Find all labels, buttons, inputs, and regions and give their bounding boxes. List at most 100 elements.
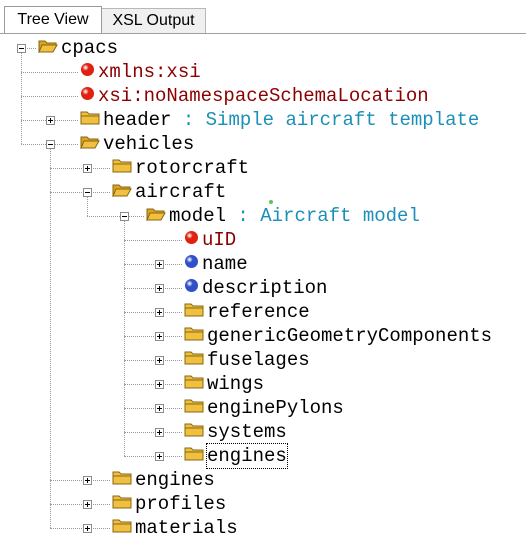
folder-icon xyxy=(112,156,132,180)
tree-node-engines[interactable]: engines xyxy=(112,468,215,492)
folder-open-icon xyxy=(112,180,132,204)
tree-node-label: engines xyxy=(135,469,215,491)
tree-guide-line xyxy=(21,53,22,144)
tree-node-label: systems xyxy=(207,421,287,443)
tree-connector-line xyxy=(124,264,182,265)
tree-node-xsi-nonamespaceschemalocation[interactable]: xsi:noNamespaceSchemaLocation xyxy=(80,84,429,108)
folder-icon xyxy=(80,108,100,132)
tree-connector-line xyxy=(21,96,78,97)
tree-node-rotorcraft[interactable]: rotorcraft xyxy=(112,156,249,180)
tree-node-label: fuselages xyxy=(207,349,310,371)
tree-node-header[interactable]: header : Simple aircraft template xyxy=(80,108,479,132)
tree-node-materials[interactable]: materials xyxy=(112,516,238,540)
tree-node-label: model xyxy=(169,205,227,227)
tree-node-name[interactable]: name xyxy=(184,252,248,276)
tree-node-uid[interactable]: uID xyxy=(184,228,236,252)
folder-open-icon xyxy=(38,36,58,60)
tree-connector-line xyxy=(124,312,182,313)
expand-icon[interactable] xyxy=(155,428,164,437)
collapse-icon[interactable] xyxy=(46,140,55,149)
tree-connector-line xyxy=(124,432,182,433)
expand-icon[interactable] xyxy=(83,524,92,533)
expand-icon[interactable] xyxy=(155,404,164,413)
tab-strip: Tree View XSL Output xyxy=(0,0,526,34)
tree-connector-line xyxy=(124,288,182,289)
tree-node-model[interactable]: model : Aircraft model xyxy=(146,204,420,228)
tree-node-description[interactable]: description xyxy=(184,276,327,300)
tree-connector-line xyxy=(124,240,182,241)
tree-node-enginepylons[interactable]: enginePylons xyxy=(184,396,344,420)
tree-node-label: aircraft xyxy=(135,181,227,203)
tree-guide-line xyxy=(87,197,88,216)
collapse-icon[interactable] xyxy=(83,188,92,197)
tree-node-engines-model[interactable]: engines xyxy=(184,443,288,469)
tree-connector-line xyxy=(50,504,110,505)
tab-strip-divider xyxy=(0,33,526,34)
tree-node-label: name xyxy=(202,253,248,275)
tree-node-description: Simple aircraft template xyxy=(205,109,480,131)
tree-node-xmlns-xsi[interactable]: xmlns:xsi xyxy=(80,60,201,84)
tree-node-label: header xyxy=(103,109,172,131)
tree-node-description: Aircraft model xyxy=(260,205,420,227)
expand-icon[interactable] xyxy=(155,260,164,269)
tree-node-aircraft[interactable]: aircraft xyxy=(112,180,226,204)
tree-connector-line xyxy=(87,216,144,217)
expand-icon[interactable] xyxy=(46,116,55,125)
folder-icon xyxy=(112,492,132,516)
tree-node-vehicles[interactable]: vehicles xyxy=(80,132,194,156)
tree-guide-line xyxy=(124,221,125,456)
tree-connector-line xyxy=(21,72,78,73)
folder-icon xyxy=(184,444,204,468)
tree-node-label: description xyxy=(202,277,328,299)
tree-connector-line xyxy=(124,336,182,337)
folder-icon xyxy=(112,516,132,540)
tree-node-label: engines xyxy=(206,443,288,469)
tree-node-label: cpacs xyxy=(61,37,119,59)
tree-node-separator: : xyxy=(226,205,261,227)
folder-icon xyxy=(184,348,204,372)
tree-node-label: materials xyxy=(135,517,238,539)
expand-icon[interactable] xyxy=(155,308,164,317)
tree-node-label: reference xyxy=(207,301,310,323)
tree-connector-line xyxy=(124,384,182,385)
tree-node-genericgeometrycomponents[interactable]: genericGeometryComponents xyxy=(184,324,492,348)
tree-connector-line xyxy=(124,408,182,409)
tree-guide-line xyxy=(50,149,51,528)
tree-node-fuselages[interactable]: fuselages xyxy=(184,348,310,372)
text-node-dot-icon xyxy=(184,252,199,276)
tree-node-label: rotorcraft xyxy=(135,157,250,179)
expand-icon[interactable] xyxy=(83,164,92,173)
folder-icon xyxy=(184,420,204,444)
tree-node-wings[interactable]: wings xyxy=(184,372,264,396)
expand-icon[interactable] xyxy=(155,332,164,341)
tree-node-label: uID xyxy=(202,229,237,251)
folder-open-icon xyxy=(146,204,166,228)
expand-icon[interactable] xyxy=(155,356,164,365)
expand-icon[interactable] xyxy=(83,476,92,485)
attribute-dot-icon xyxy=(80,60,95,84)
tree-connector-line xyxy=(124,360,182,361)
tree-node-separator: : xyxy=(171,109,206,131)
folder-icon xyxy=(184,372,204,396)
tree-node-systems[interactable]: systems xyxy=(184,420,287,444)
expand-icon[interactable] xyxy=(155,452,164,461)
tree-node-label: xsi:noNamespaceSchemaLocation xyxy=(98,85,429,107)
folder-open-icon xyxy=(80,132,100,156)
tree-node-label: vehicles xyxy=(103,133,195,155)
tab-tree-view[interactable]: Tree View xyxy=(4,6,102,33)
collapse-icon[interactable] xyxy=(120,212,129,221)
expand-icon[interactable] xyxy=(83,500,92,509)
expand-icon[interactable] xyxy=(155,380,164,389)
tab-xsl-output[interactable]: XSL Output xyxy=(102,8,206,33)
expand-icon[interactable] xyxy=(155,284,164,293)
tree-node-reference[interactable]: reference xyxy=(184,300,310,324)
folder-icon xyxy=(184,324,204,348)
cursor-marker xyxy=(269,200,273,204)
xml-tree-view[interactable]: cpacs xmlns:xsi xsi:noNamespaceSchemaLocat… xyxy=(0,34,526,540)
tree-node-profiles[interactable]: profiles xyxy=(112,492,226,516)
tree-node-label: enginePylons xyxy=(207,397,344,419)
tree-node-cpacs[interactable]: cpacs xyxy=(38,36,118,60)
collapse-icon[interactable] xyxy=(17,44,26,53)
tree-node-label: profiles xyxy=(135,493,227,515)
folder-icon xyxy=(184,396,204,420)
